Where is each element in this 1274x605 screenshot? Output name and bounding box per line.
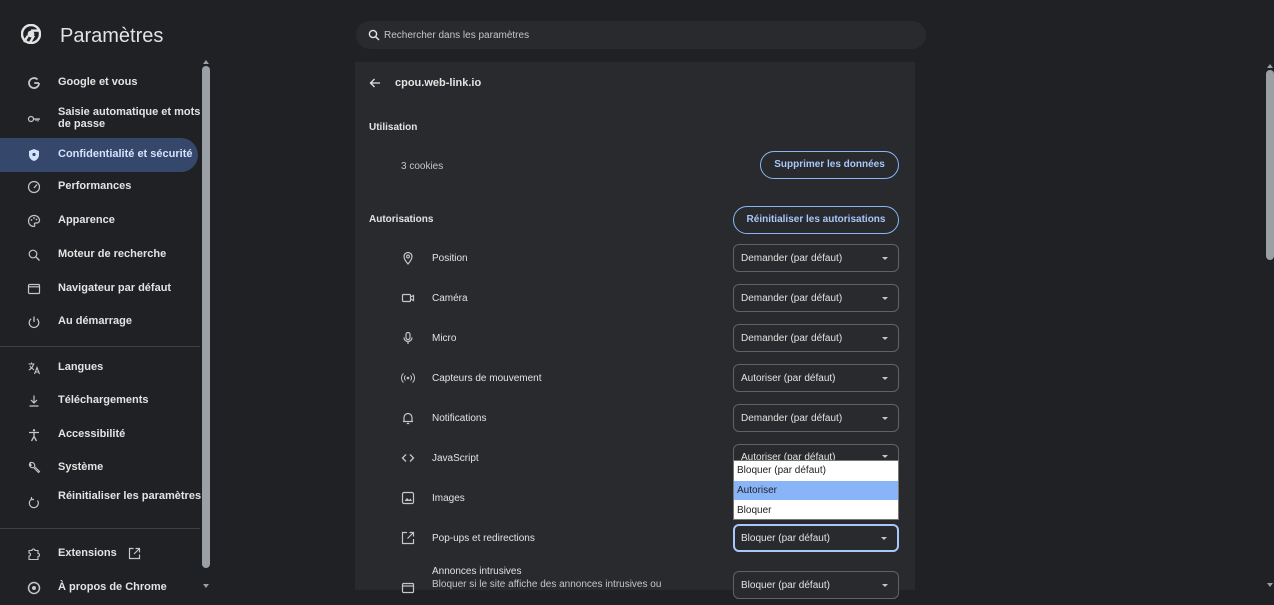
images-dropdown-list: Bloquer (par défaut) Autoriser Bloquer <box>733 460 899 520</box>
sidebar-item-downloads[interactable]: Téléchargements <box>0 384 198 418</box>
camera-select[interactable]: Demander (par défaut) <box>733 284 899 312</box>
sidebar-item-google[interactable]: Google et vous <box>0 66 198 100</box>
puzzle-icon <box>27 547 41 561</box>
popups-select[interactable]: Bloquer (par défaut) <box>733 524 899 552</box>
sidebar-scroll-up-arrow[interactable] <box>203 60 209 64</box>
search-box[interactable] <box>356 21 926 49</box>
panel-header: cpou.web-link.io <box>355 62 915 104</box>
intrusive-ads-select[interactable]: Bloquer (par défaut) <box>733 571 899 599</box>
sidebar-item-autofill[interactable]: Saisie automatique et mots de passe <box>0 102 200 136</box>
cookies-count: 3 cookies <box>401 161 444 172</box>
popup-icon <box>401 531 415 545</box>
intrusive-ads-description: Bloquer si le site affiche des annonces … <box>432 579 662 590</box>
usage-section-label: Utilisation <box>369 122 418 133</box>
sidebar-item-performance[interactable]: Performances <box>0 170 198 204</box>
sidebar-item-search-engine[interactable]: Moteur de recherche <box>0 238 198 272</box>
image-icon <box>401 491 415 505</box>
sidebar-item-appearance[interactable]: Apparence <box>0 204 198 238</box>
reset-icon <box>27 496 41 510</box>
dropdown-option-block[interactable]: Bloquer <box>734 501 898 520</box>
sidebar-item-default-browser[interactable]: Navigateur par défaut <box>0 272 198 306</box>
sidebar-item-about[interactable]: À propos de Chrome <box>0 571 198 605</box>
permission-row-notifications: Notifications Demander (par défaut) <box>355 398 915 438</box>
speedometer-icon <box>27 180 41 194</box>
position-select[interactable]: Demander (par défaut) <box>733 244 899 272</box>
sidebar-item-startup[interactable]: Au démarrage <box>0 305 198 339</box>
permission-row-position: Position Demander (par défaut) <box>355 238 915 278</box>
main-scroll-up-arrow[interactable] <box>1267 64 1273 68</box>
motion-sensor-icon <box>401 371 415 385</box>
sidebar-item-accessibility[interactable]: Accessibilité <box>0 418 198 452</box>
chevron-down-icon <box>882 297 888 300</box>
permissions-section-label: Autorisations <box>369 214 434 225</box>
permission-row-motion-sensors: Capteurs de mouvement Autoriser (par déf… <box>355 358 915 398</box>
chevron-down-icon <box>881 537 887 540</box>
main-scroll-down-arrow[interactable] <box>1267 583 1273 587</box>
chevron-down-icon <box>882 455 888 458</box>
notifications-select[interactable]: Demander (par défaut) <box>733 404 899 432</box>
sidebar-item-languages[interactable]: Langues <box>0 351 198 385</box>
code-icon <box>401 451 415 465</box>
sidebar-nav: Google et vous Saisie automatique et mot… <box>0 60 212 595</box>
translate-icon <box>27 361 41 375</box>
chevron-down-icon <box>882 377 888 380</box>
main-scrollbar[interactable] <box>1266 70 1274 260</box>
reset-permissions-button[interactable]: Réinitialiser les autorisations <box>733 206 899 234</box>
ads-icon <box>401 581 415 595</box>
sidebar-item-privacy[interactable]: Confidentialité et sécurité <box>0 138 198 172</box>
sidebar-divider <box>0 528 200 529</box>
sidebar-scroll-down-arrow[interactable] <box>203 584 209 588</box>
permission-row-microphone: Micro Demander (par défaut) <box>355 318 915 358</box>
sidebar-item-extensions[interactable]: Extensions <box>0 537 198 571</box>
permission-row-camera: Caméra Demander (par défaut) <box>355 278 915 318</box>
shield-icon <box>27 148 41 162</box>
browser-icon <box>27 282 41 296</box>
motion-sensors-select[interactable]: Autoriser (par défaut) <box>733 364 899 392</box>
permission-row-popups: Pop-ups et redirections Bloquer (par déf… <box>355 518 915 558</box>
permission-row-intrusive-ads: Annonces intrusives Bloquer si le site a… <box>355 561 915 601</box>
search-input[interactable] <box>384 21 904 49</box>
back-arrow-icon[interactable] <box>369 77 381 89</box>
sidebar-item-system[interactable]: Système <box>0 451 198 485</box>
microphone-icon <box>401 331 415 345</box>
key-icon <box>27 112 41 126</box>
chrome-icon <box>27 581 41 595</box>
intrusive-ads-label: Annonces intrusives <box>432 566 522 577</box>
app-title: Paramètres <box>60 25 164 47</box>
google-icon <box>27 76 41 90</box>
dropdown-option-allow[interactable]: Autoriser <box>734 481 898 500</box>
chevron-down-icon <box>882 584 888 587</box>
wrench-icon <box>27 461 41 475</box>
accessibility-icon <box>27 428 41 442</box>
chevron-down-icon <box>882 417 888 420</box>
chrome-logo-icon <box>21 24 41 44</box>
delete-data-button[interactable]: Supprimer les données <box>760 151 899 179</box>
top-bar: Paramètres <box>0 0 1274 62</box>
search-icon <box>368 29 380 41</box>
dropdown-option-block-default[interactable]: Bloquer (par défaut) <box>734 461 898 480</box>
camera-icon <box>401 291 415 305</box>
microphone-select[interactable]: Demander (par défaut) <box>733 324 899 352</box>
chevron-down-icon <box>882 257 888 260</box>
sidebar-divider <box>0 346 200 347</box>
location-pin-icon <box>401 251 415 265</box>
download-icon <box>27 394 41 408</box>
palette-icon <box>27 214 41 228</box>
sidebar-scrollbar[interactable] <box>202 66 210 568</box>
sidebar-item-reset[interactable]: Réinitialiser les paramètres <box>0 486 201 520</box>
bell-icon <box>401 411 415 425</box>
site-name: cpou.web-link.io <box>395 77 482 89</box>
power-icon <box>27 315 41 329</box>
search-icon <box>27 248 41 262</box>
chevron-down-icon <box>882 337 888 340</box>
external-link-icon <box>128 547 141 560</box>
